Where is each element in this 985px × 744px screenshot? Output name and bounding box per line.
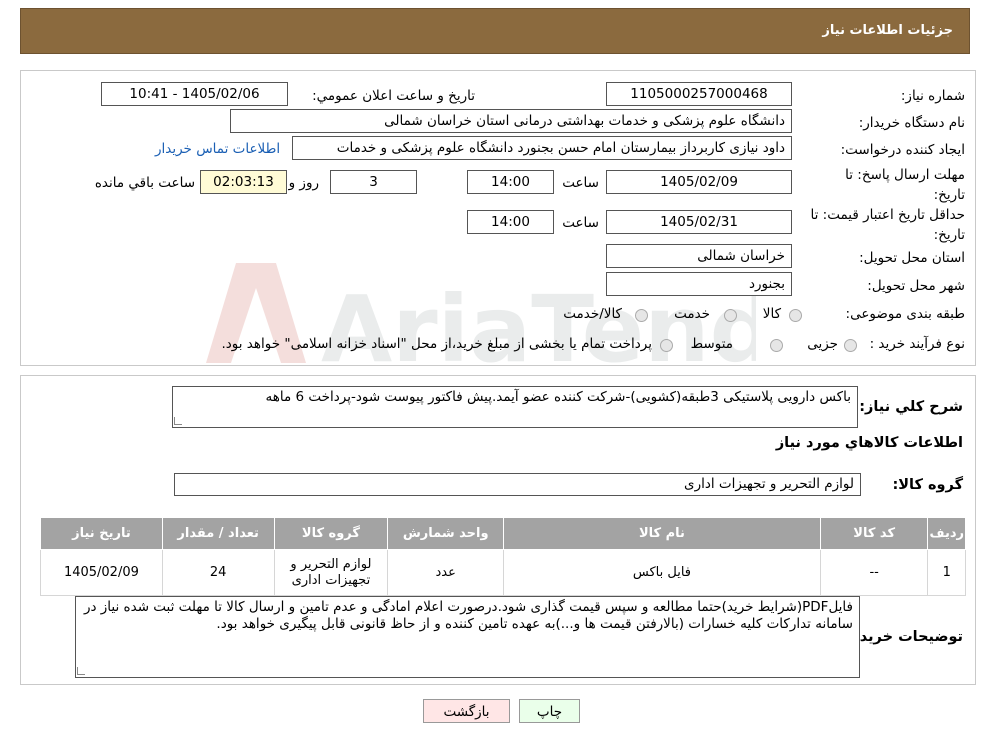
- process-label: نوع فرآیند خرید :: [869, 336, 965, 352]
- remaining-label: ساعت باقي مانده: [94, 175, 195, 191]
- buyer-contact-link[interactable]: اطلاعات تماس خریدار: [155, 141, 280, 157]
- buyer-label: نام دستگاه خریدار:: [858, 115, 965, 131]
- days-field: 3: [330, 170, 417, 194]
- cell-row-number: 1: [927, 549, 966, 596]
- col-item-group: گروه کالا: [273, 517, 389, 550]
- process-note: پرداخت تمام یا بخشی از مبلغ خرید،از محل …: [221, 336, 652, 352]
- announce-label: تاریخ و ساعت اعلان عمومي:: [312, 88, 475, 104]
- category-option-goods-service: کالا/خدمت: [563, 306, 622, 322]
- col-quantity: تعداد / مقدار: [161, 517, 275, 550]
- remaining-time-field: 02:03:13: [200, 170, 287, 194]
- province-label: استان محل تحویل:: [859, 250, 965, 266]
- validity-date-field: 1405/02/31: [606, 210, 792, 234]
- buyer-notes-field[interactable]: فایلPDF(شرایط خرید)حتما مطالعه و سپس قیم…: [75, 596, 860, 678]
- city-label: شهر محل تحویل:: [867, 278, 965, 294]
- process-radio-medium[interactable]: [770, 339, 783, 352]
- buyer-notes-resize-handle[interactable]: [77, 667, 85, 675]
- validity-label: حداقل تاریخ اعتبار قیمت: تا تاریخ:: [810, 207, 965, 243]
- table-row: 1 -- فایل باکس عدد لوازم التحریر و تجهیز…: [40, 549, 966, 596]
- goods-table: ردیف کد کالا نام کالا واحد شمارش گروه کا…: [40, 517, 966, 596]
- col-item-name: نام کالا: [503, 517, 821, 550]
- col-item-code: کد کالا: [819, 517, 929, 550]
- description-label: شرح کلي نياز:: [859, 399, 963, 415]
- creator-field: داود نیازی کاربرداز بیمارستان امام حسن ب…: [292, 136, 792, 160]
- deadline-time-field: 14:00: [467, 170, 554, 194]
- cell-need-date: 1405/02/09: [40, 549, 163, 596]
- validity-time-label: ساعت: [562, 215, 599, 231]
- need-number-label: شماره نیاز:: [900, 88, 965, 104]
- cell-unit: عدد: [387, 549, 505, 596]
- category-option-goods: کالا: [762, 306, 781, 322]
- category-option-service: خدمت: [674, 306, 710, 322]
- goods-group-field: لوازم التحریر و تجهیزات اداری: [174, 473, 861, 496]
- cell-item-code: --: [819, 549, 929, 596]
- announce-field: 1405/02/06 - 10:41: [101, 82, 288, 106]
- deadline-label: مهلت ارسال پاسخ: تا تاریخ:: [845, 167, 965, 203]
- page-header: جزئیات اطلاعات نیاز: [20, 8, 970, 54]
- city-field: بجنورد: [606, 272, 792, 296]
- process-option-medium: متوسط: [690, 336, 733, 352]
- creator-label: ایجاد کننده درخواست:: [840, 142, 965, 158]
- cell-item-name: فایل باکس: [503, 549, 821, 596]
- col-row-number: ردیف: [927, 517, 966, 550]
- province-field: خراسان شمالی: [606, 244, 792, 268]
- deadline-time-label: ساعت: [562, 175, 599, 191]
- process-radio-treasury[interactable]: [660, 339, 673, 352]
- cell-quantity: 24: [161, 549, 275, 596]
- print-button[interactable]: چاپ: [519, 699, 580, 723]
- cell-item-group: لوازم التحریر و تجهیزات اداری: [273, 549, 389, 596]
- process-option-minor: جزیی: [807, 336, 838, 352]
- category-radio-goods[interactable]: [789, 309, 802, 322]
- back-button[interactable]: بازگشت: [423, 699, 510, 723]
- category-radio-service[interactable]: [724, 309, 737, 322]
- description-resize-handle[interactable]: [174, 417, 182, 425]
- category-label: طبقه بندی موضوعی:: [845, 306, 965, 322]
- table-header-row: ردیف کد کالا نام کالا واحد شمارش گروه کا…: [40, 517, 966, 550]
- page-title: جزئیات اطلاعات نیاز: [822, 23, 953, 38]
- buyer-field: دانشگاه علوم پزشکی و خدمات بهداشتی درمان…: [230, 109, 792, 133]
- col-unit: واحد شمارش: [387, 517, 505, 550]
- goods-group-label: گروه کالا:: [892, 477, 963, 493]
- deadline-date-field: 1405/02/09: [606, 170, 792, 194]
- validity-time-field: 14:00: [467, 210, 554, 234]
- category-radio-goods-service[interactable]: [635, 309, 648, 322]
- days-label: روز و: [288, 175, 319, 191]
- process-radio-minor[interactable]: [844, 339, 857, 352]
- goods-info-title: اطلاعات کالاهاي مورد نياز: [775, 435, 963, 451]
- col-need-date: تاریخ نیاز: [40, 517, 163, 550]
- description-field[interactable]: باکس دارویی پلاستیکی 3طبقه(کشویی)-شرکت ک…: [172, 386, 858, 428]
- need-number-field: 1105000257000468: [606, 82, 792, 106]
